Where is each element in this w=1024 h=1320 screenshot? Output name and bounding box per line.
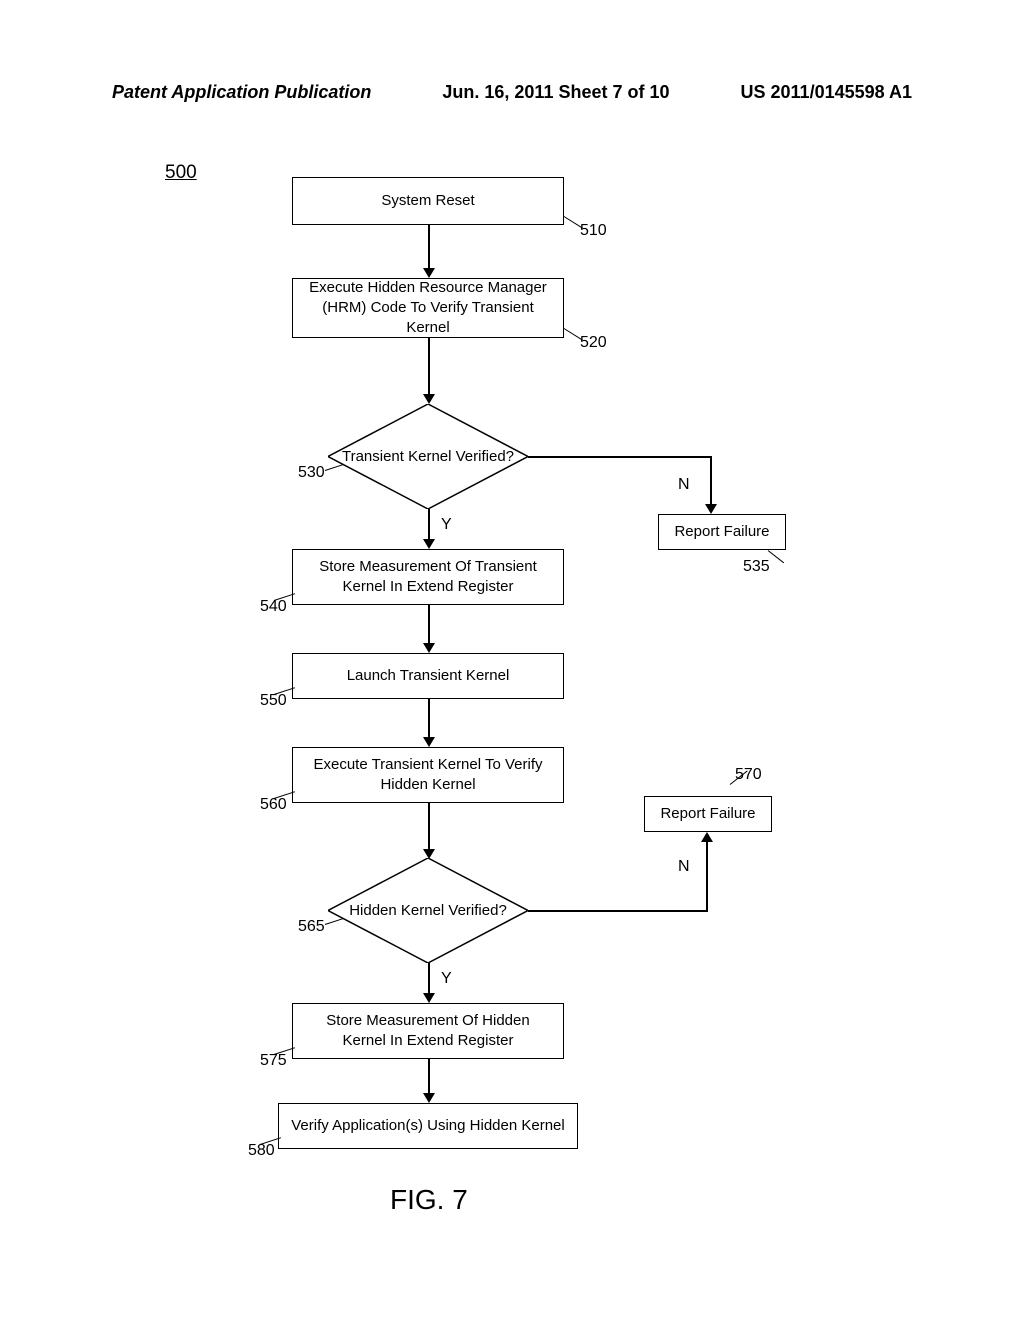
figure-number: 500 (165, 162, 197, 184)
box-report-failure-535: Report Failure (658, 514, 786, 550)
arrowhead-575-580 (423, 1093, 435, 1103)
box-store-measurement-hidden: Store Measurement Of Hidden Kernel In Ex… (292, 1003, 564, 1059)
arrow-530-540 (428, 509, 430, 541)
ref-550: 550 (260, 692, 287, 710)
page: Patent Application Publication Jun. 16, … (0, 0, 1024, 1320)
arrowhead-550-560 (423, 737, 435, 747)
arrowhead-530-535 (705, 504, 717, 514)
header-mid: Jun. 16, 2011 Sheet 7 of 10 (442, 82, 669, 103)
ref-565: 565 (298, 918, 325, 936)
label-y-530: Y (441, 516, 452, 534)
arrow-565-575 (428, 963, 430, 995)
ref-line-535 (768, 550, 784, 563)
box-report-failure-570: Report Failure (644, 796, 772, 832)
box-launch-transient: Launch Transient Kernel (292, 653, 564, 699)
label-n-565: N (678, 858, 690, 876)
label-y-565: Y (441, 970, 452, 988)
ref-520: 520 (580, 334, 607, 352)
arrowhead-530-540 (423, 539, 435, 549)
arrowhead-565-575 (423, 993, 435, 1003)
arrow-565-no-h (528, 910, 708, 912)
ref-575: 575 (260, 1052, 287, 1070)
arrow-510-520 (428, 225, 430, 270)
arrow-550-560 (428, 699, 430, 739)
ref-540: 540 (260, 598, 287, 616)
decision-530-text: Transient Kernel Verified? (328, 404, 528, 509)
box-system-reset: System Reset (292, 177, 564, 225)
arrow-560-565 (428, 803, 430, 851)
arrowhead-540-550 (423, 643, 435, 653)
arrow-530-no-h (528, 456, 710, 458)
ref-580: 580 (248, 1142, 275, 1160)
label-n-530: N (678, 476, 690, 494)
arrow-565-no-v (706, 842, 708, 912)
figure-caption: FIG. 7 (390, 1184, 468, 1216)
arrow-520-530 (428, 338, 430, 396)
ref-535: 535 (743, 558, 770, 576)
arrowhead-565-570 (701, 832, 713, 842)
ref-510: 510 (580, 222, 607, 240)
ref-560: 560 (260, 796, 287, 814)
ref-530: 530 (298, 464, 325, 482)
arrowhead-510-520 (423, 268, 435, 278)
box-execute-hrm: Execute Hidden Resource Manager (HRM) Co… (292, 278, 564, 338)
arrow-575-580 (428, 1059, 430, 1095)
box-execute-transient: Execute Transient Kernel To Verify Hidde… (292, 747, 564, 803)
arrowhead-520-530 (423, 394, 435, 404)
ref-570: 570 (735, 766, 762, 784)
box-store-measurement-transient: Store Measurement Of Transient Kernel In… (292, 549, 564, 605)
header-right: US 2011/0145598 A1 (741, 82, 912, 103)
box-verify-applications: Verify Application(s) Using Hidden Kerne… (278, 1103, 578, 1149)
arrow-530-no-v (710, 456, 712, 506)
arrow-540-550 (428, 605, 430, 645)
decision-transient-kernel-verified: Transient Kernel Verified? (328, 404, 528, 509)
header-left: Patent Application Publication (112, 82, 371, 103)
page-header: Patent Application Publication Jun. 16, … (112, 82, 912, 103)
decision-hidden-kernel-verified: Hidden Kernel Verified? (328, 858, 528, 963)
decision-565-text: Hidden Kernel Verified? (328, 858, 528, 963)
